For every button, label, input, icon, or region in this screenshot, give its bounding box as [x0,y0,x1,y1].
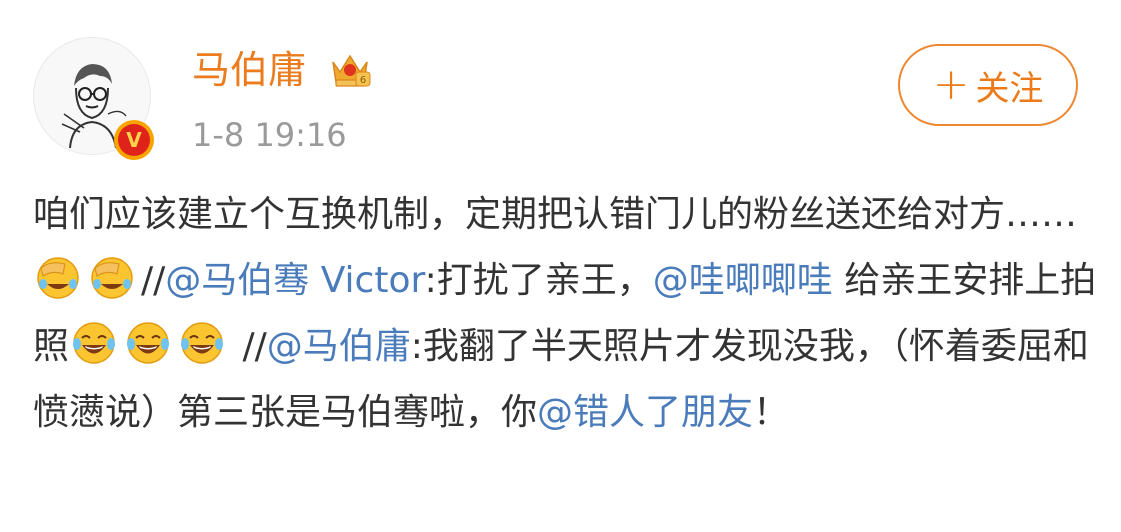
repost-separator: // [141,260,166,301]
svg-text:6: 6 [360,75,366,86]
author-name[interactable]: 马伯庸 [192,44,306,96]
laugh-cry-emoji [73,322,116,364]
verified-badge-icon: V [114,120,154,160]
mention-link[interactable]: @错人了朋友 [537,392,753,433]
laugh-cry-emoji [181,322,224,364]
laugh-cry-emoji [127,322,170,364]
mention-link[interactable]: @马伯骞 Victor [165,260,424,301]
crown-icon: 6 [332,54,371,87]
post-timestamp: 1-8 19:16 [192,116,347,154]
facepalm-laugh-emoji [37,257,79,299]
content-text: :打扰了亲王， [424,260,653,301]
mention-link[interactable]: @哇唧唧哇 [653,260,833,301]
plus-icon: + [932,59,970,110]
facepalm-laugh-emoji [91,257,133,299]
repost-separator: // [231,326,267,367]
follow-button[interactable]: + 关注 [898,44,1078,126]
post-content: 咱们应该建立个互换机制，定期把认错门儿的粉丝送还给对方…… //@马伯骞 Vic… [33,182,1103,446]
content-text: 咱们应该建立个互换机制，定期把认错门儿的粉丝送还给对方…… [33,194,1078,235]
follow-button-label: 关注 [975,68,1044,109]
mention-link[interactable]: @马伯庸 [267,326,411,367]
content-text: ！ [753,392,790,433]
